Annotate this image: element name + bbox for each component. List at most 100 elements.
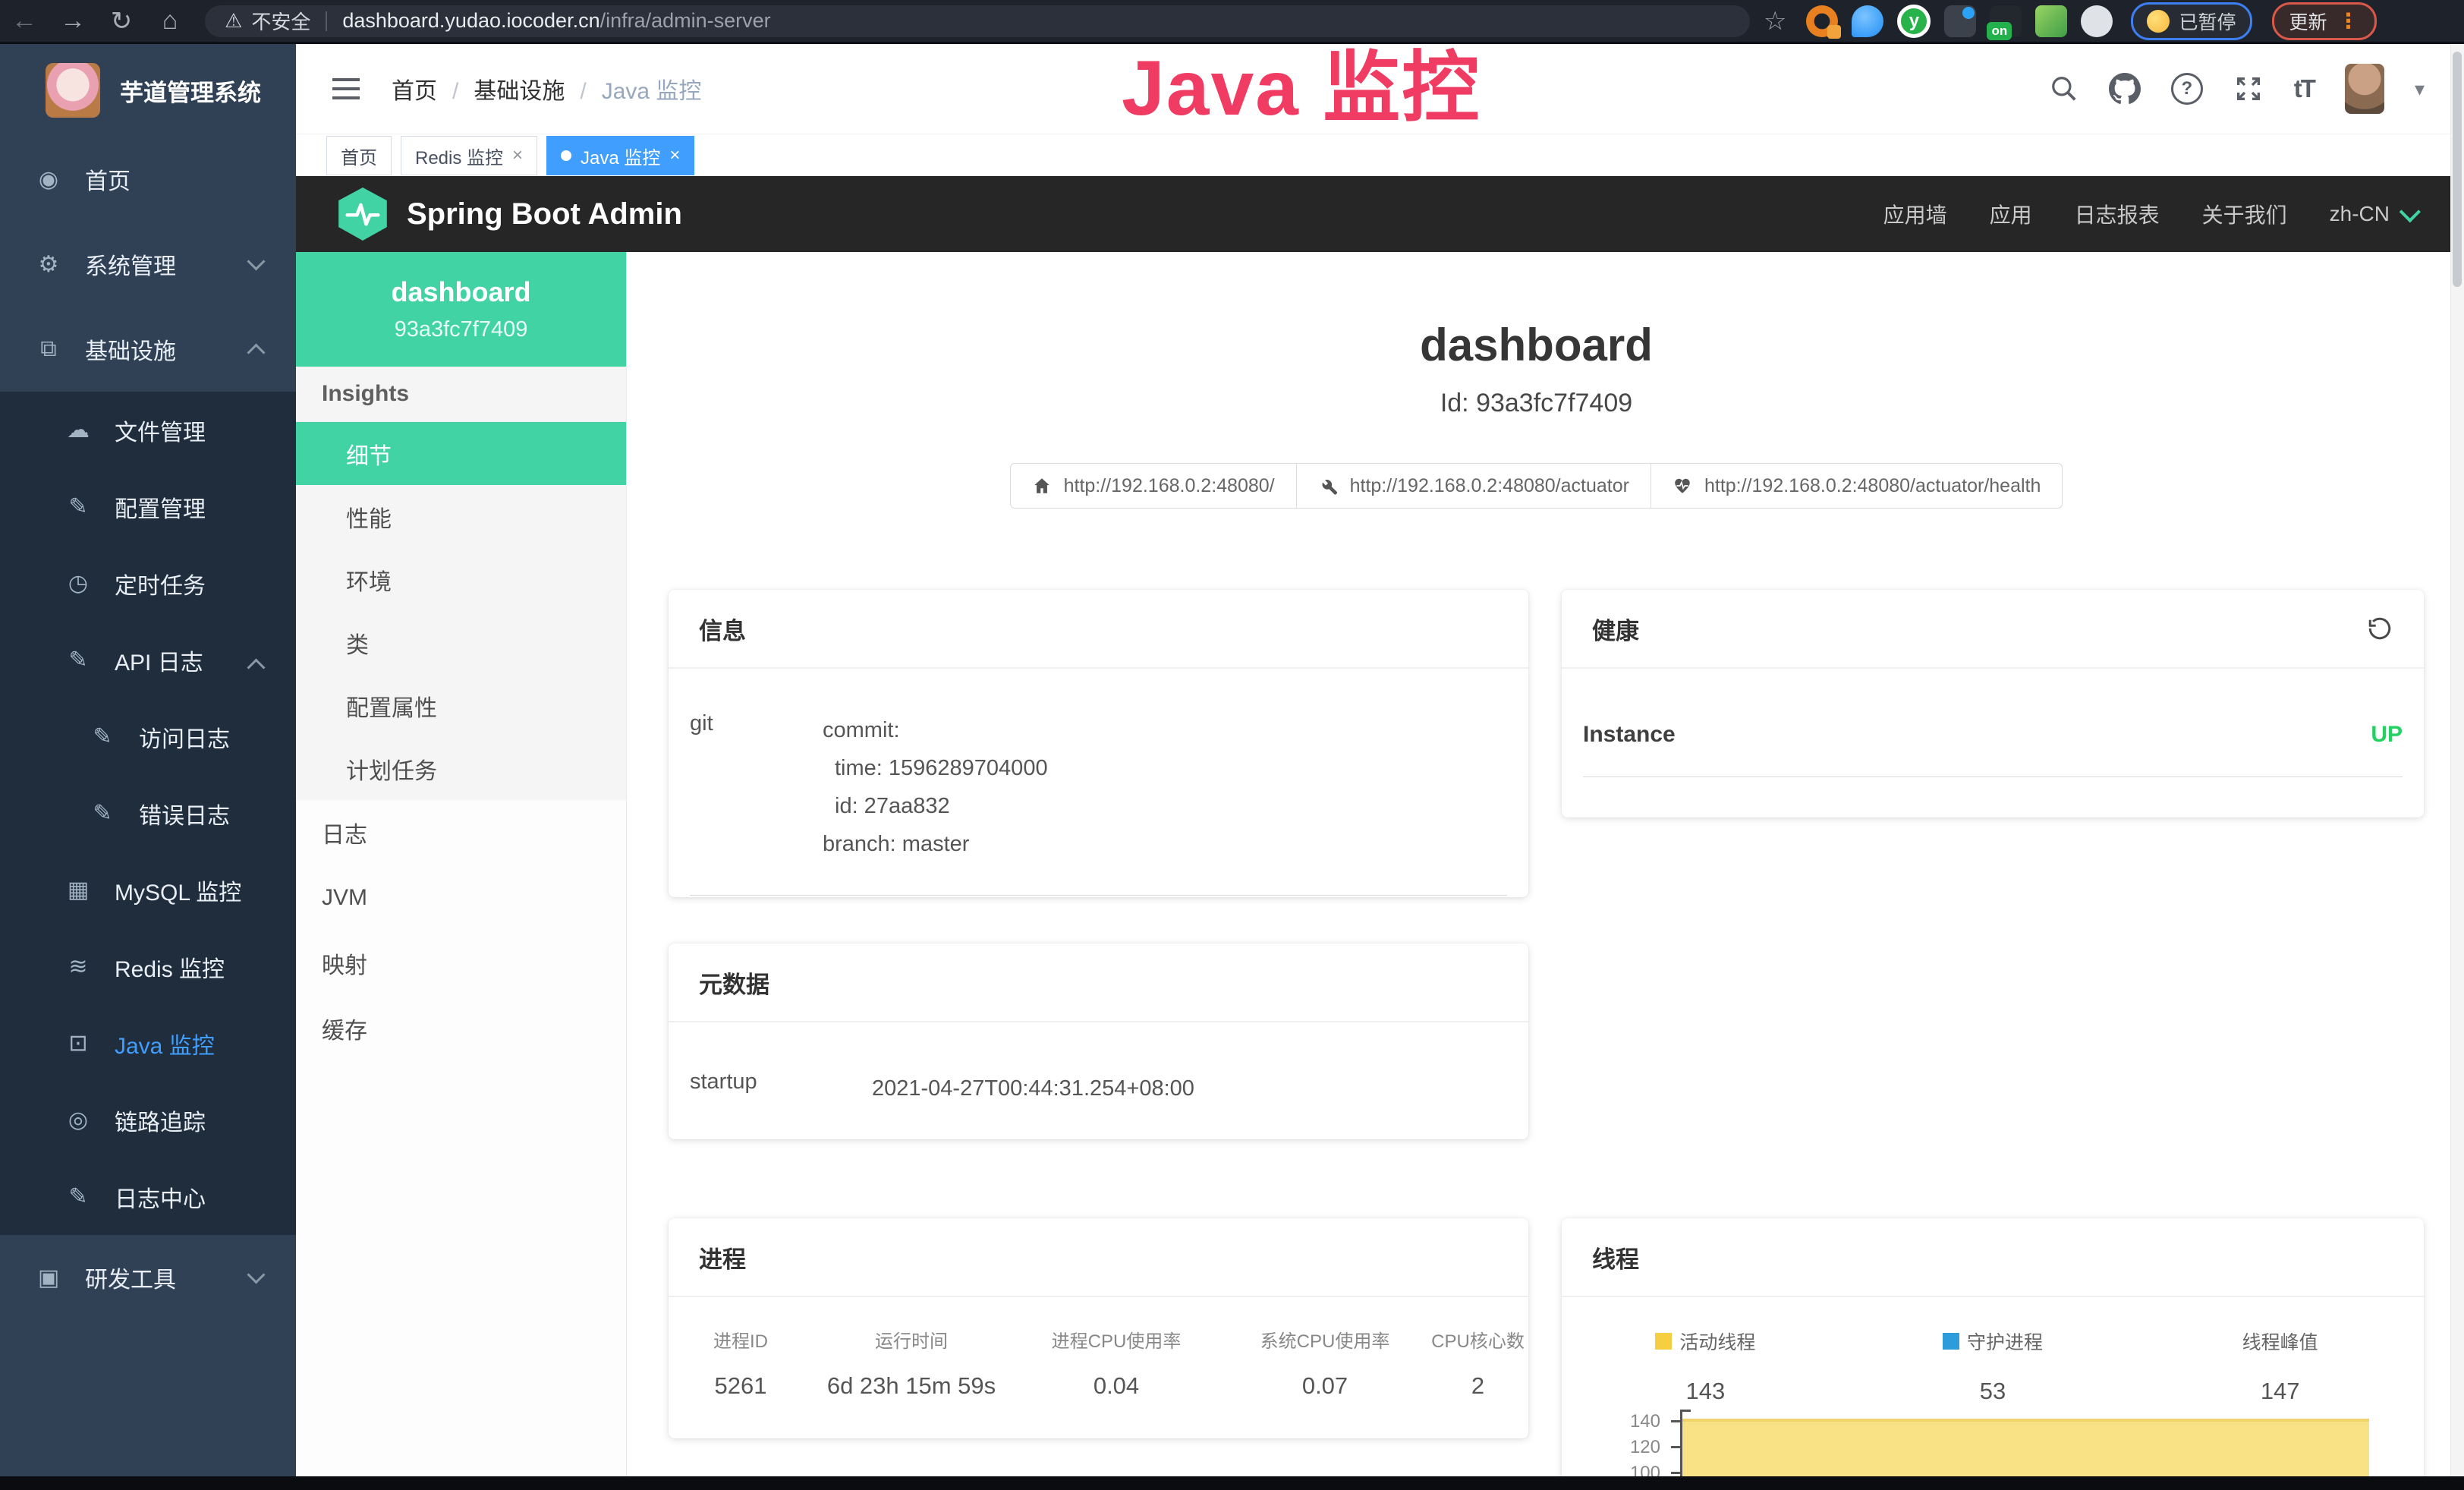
fullscreen-icon[interactable] [2233, 74, 2264, 104]
sidebar-item-label: Redis 监控 [115, 950, 225, 984]
home-icon [1032, 476, 1052, 496]
process-cpu-value: 0.04 [1010, 1372, 1223, 1400]
threads-card-title: 线程 [1562, 1218, 2424, 1297]
sba-menu-about[interactable]: 关于我们 [2202, 199, 2287, 229]
sidebar-item-devtools[interactable]: ▣ 研发工具 [0, 1235, 296, 1320]
nav-item-mappings[interactable]: 映射 [296, 931, 626, 996]
breadcrumb-infrastructure[interactable]: 基础设施 [437, 72, 565, 106]
puzzle-extensions-icon[interactable] [2081, 5, 2113, 37]
back-icon[interactable]: ← [0, 6, 49, 36]
sidebar-item-redis-monitor[interactable]: ≋ Redis 监控 [0, 928, 296, 1005]
grid-extension-icon[interactable] [1944, 5, 1976, 37]
refresh-icon[interactable]: ↻ [97, 6, 146, 36]
sidebar-item-infrastructure[interactable]: ⧉ 基础设施 [0, 307, 296, 392]
info-card-title: 信息 [669, 590, 1528, 669]
sidebar-item-label: 错误日志 [139, 797, 230, 830]
legend-label: 守护进程 [1967, 1328, 2043, 1355]
info-key: git [690, 711, 823, 863]
git-id-line: id: 27aa832 [823, 787, 1048, 825]
sba-header: Spring Boot Admin 应用墙 应用 日志报表 关于我们 zh-CN [296, 176, 2464, 252]
security-label: 不安全 [251, 7, 310, 35]
history-icon[interactable] [2366, 615, 2393, 642]
nav-item-details[interactable]: 细节 [296, 422, 626, 485]
sidebar-item-label: MySQL 监控 [115, 874, 241, 907]
sidebar-item-tracing[interactable]: ◎ 链路追踪 [0, 1082, 296, 1158]
scrollbar-thumb[interactable] [2453, 52, 2462, 287]
nav-item-classes[interactable]: 类 [296, 611, 626, 674]
sba-menu-journal[interactable]: 日志报表 [2075, 199, 2160, 229]
tag-label: Redis 监控 [415, 143, 503, 169]
breadcrumb-home[interactable]: 首页 [392, 72, 437, 106]
sidebar-item-config[interactable]: ✎ 配置管理 [0, 468, 296, 545]
instance-header: dashboard 93a3fc7f7409 [296, 252, 626, 367]
sidebar-item-scheduled-jobs[interactable]: ◷ 定时任务 [0, 545, 296, 622]
nav-item-metrics[interactable]: 性能 [296, 485, 626, 548]
green-y-extension-icon[interactable] [1897, 5, 1931, 38]
sba-menu-applications[interactable]: 应用 [1990, 199, 2032, 229]
close-icon[interactable]: × [512, 145, 523, 166]
close-icon[interactable]: × [669, 145, 680, 166]
address-bar[interactable]: ⚠ 不安全 dashboard.yudao.iocoder.cn /infra/… [205, 5, 1750, 37]
sidebar-item-java-monitor[interactable]: ⊡ Java 监控 [0, 1005, 296, 1082]
page-scrollbar[interactable] [2450, 44, 2464, 1476]
browser-home-icon[interactable]: ⌂ [146, 6, 194, 36]
sidebar-item-mysql-monitor[interactable]: ▦ MySQL 监控 [0, 852, 296, 928]
help-icon[interactable] [2171, 73, 2203, 105]
edit-icon: ✎ [63, 493, 93, 520]
instance-links: http://192.168.0.2:48080/ http://192.168… [627, 463, 2446, 509]
hamburger-icon[interactable] [332, 78, 360, 99]
font-size-icon[interactable] [2294, 74, 2315, 103]
chevron-down-icon [2399, 201, 2421, 222]
user-avatar[interactable] [2345, 64, 2384, 114]
update-button[interactable]: 更新 ⋮ [2272, 2, 2377, 40]
sidebar-item-label: 链路追踪 [115, 1104, 206, 1137]
nav-item-config-props[interactable]: 配置属性 [296, 674, 626, 737]
breadcrumb-current: Java 监控 [565, 72, 701, 106]
leaf-extension-icon[interactable] [2035, 5, 2067, 37]
pin-extension-icon[interactable] [1852, 5, 1883, 37]
service-url-link[interactable]: http://192.168.0.2:48080/ [1010, 463, 1297, 509]
orange-extension-icon[interactable] [1806, 5, 1838, 37]
sba-brand[interactable]: Spring Boot Admin [296, 187, 682, 241]
sidebar-item-label: API 日志 [115, 644, 203, 677]
nav-item-logs[interactable]: 日志 [296, 800, 626, 865]
tag-java-monitor[interactable]: Java 监控 × [546, 136, 694, 175]
forward-icon[interactable]: → [49, 6, 97, 36]
sidebar-item-error-logs[interactable]: ✎ 错误日志 [0, 775, 296, 852]
bookmark-star-icon[interactable]: ☆ [1764, 6, 1786, 36]
infrastructure-icon: ⧉ [33, 336, 64, 362]
user-menu-caret-icon[interactable]: ▾ [2415, 77, 2425, 101]
layers-icon: ≋ [63, 953, 93, 980]
sidebar: 芋道管理系统 ◉ 首页 ⚙ 系统管理 ⧉ 基础设施 ☁ 文件管理 ✎ 配置管理 [0, 44, 296, 1476]
search-icon[interactable] [2050, 74, 2079, 103]
annotation-text: Java 监控 [1122, 26, 1481, 137]
nav-item-jvm[interactable]: JVM [296, 865, 626, 931]
metadata-card-title: 元数据 [669, 943, 1528, 1022]
on-badge-extension-icon[interactable] [1990, 5, 2022, 37]
sidebar-item-home[interactable]: ◉ 首页 [0, 137, 296, 222]
sidebar-item-files[interactable]: ☁ 文件管理 [0, 392, 296, 468]
sidebar-item-api-logs[interactable]: ✎ API 日志 [0, 622, 296, 698]
nav-item-caches[interactable]: 缓存 [296, 996, 626, 1061]
browser-menu-icon[interactable]: ⋮ [2338, 8, 2359, 33]
cpu-cores-value: 2 [1427, 1372, 1528, 1400]
instance-name: dashboard [391, 276, 530, 308]
github-icon[interactable] [2109, 73, 2141, 105]
sba-brand-title: Spring Boot Admin [407, 197, 682, 232]
actuator-url-link[interactable]: http://192.168.0.2:48080/actuator [1297, 463, 1651, 509]
nav-item-scheduled-tasks[interactable]: 计划任务 [296, 737, 626, 800]
sba-menu-wallboard[interactable]: 应用墙 [1883, 199, 1947, 229]
locale-selector[interactable]: zh-CN [2330, 202, 2415, 226]
tag-home[interactable]: 首页 [326, 136, 392, 175]
sidebar-item-access-logs[interactable]: ✎ 访问日志 [0, 698, 296, 775]
health-url-link[interactable]: http://192.168.0.2:48080/actuator/health [1651, 463, 2063, 509]
sidebar-item-log-center[interactable]: ✎ 日志中心 [0, 1158, 296, 1235]
tag-redis-monitor[interactable]: Redis 监控 × [401, 136, 537, 175]
sidebar-item-label: 日志中心 [115, 1180, 206, 1214]
y-tick-140: 140 [1577, 1411, 1660, 1432]
nav-item-environment[interactable]: 环境 [296, 548, 626, 611]
service-url: http://192.168.0.2:48080/ [1064, 475, 1275, 497]
sidebar-item-system[interactable]: ⚙ 系统管理 [0, 222, 296, 307]
page-subtitle: Id: 93a3fc7f7409 [627, 389, 2446, 418]
paused-profile-badge[interactable]: 已暂停 [2131, 2, 2252, 40]
